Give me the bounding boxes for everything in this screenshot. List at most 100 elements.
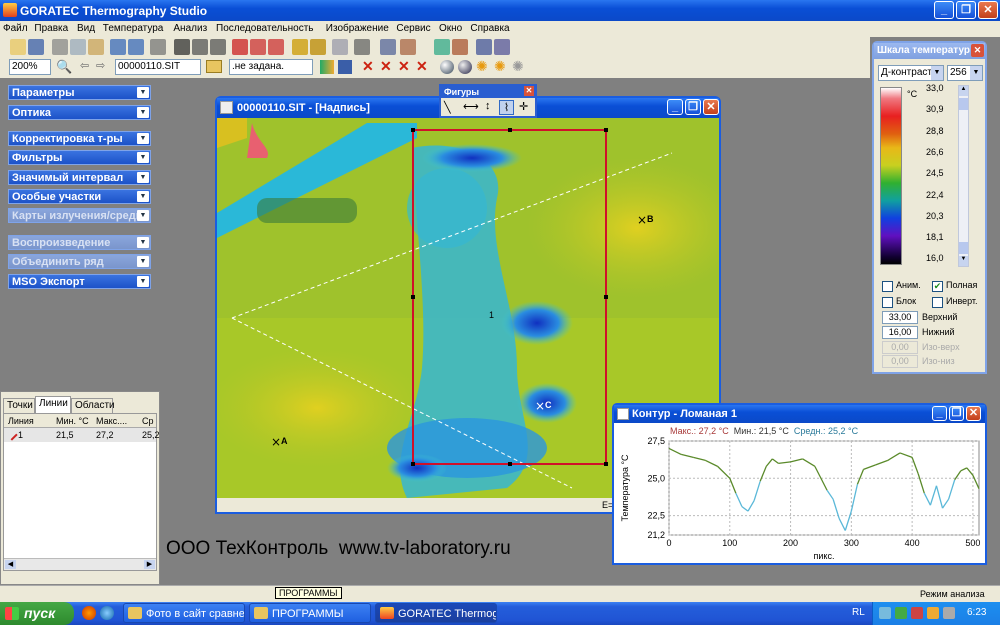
sphere-half-icon[interactable]: [458, 60, 472, 74]
menu-item-2[interactable]: Вид: [77, 21, 95, 37]
cut-icon[interactable]: [52, 39, 68, 55]
sun-dim-icon[interactable]: ✺: [494, 58, 506, 75]
report-icon[interactable]: [400, 39, 416, 55]
panel-chevron-icon[interactable]: ▼: [137, 191, 149, 202]
delete-line-icon[interactable]: ✕: [398, 58, 410, 75]
sun-off-icon[interactable]: ✺: [512, 58, 524, 75]
copy-icon[interactable]: [70, 39, 86, 55]
file-select[interactable]: 00000110.SIT: [115, 59, 201, 75]
save-icon[interactable]: [28, 39, 44, 55]
marker-a-label[interactable]: A: [281, 436, 288, 446]
scale-scrollbar[interactable]: ▲ ▼: [958, 85, 969, 267]
undo-icon[interactable]: [110, 39, 126, 55]
back-arrow-icon[interactable]: ⇦: [80, 59, 89, 72]
palette-icon[interactable]: [434, 39, 450, 55]
language-indicator[interactable]: RL: [852, 607, 865, 618]
tray-icon-2[interactable]: [895, 607, 907, 619]
ie-icon[interactable]: [100, 606, 114, 620]
contour-minimize-button[interactable]: _: [932, 406, 947, 421]
panel-chevron-icon[interactable]: ▼: [137, 133, 149, 144]
menu-item-8[interactable]: Окно: [439, 21, 462, 37]
panel-9[interactable]: MSO Экспорт ▼: [8, 274, 151, 289]
tray-icon-1[interactable]: [879, 607, 891, 619]
document-icon[interactable]: [332, 39, 348, 55]
menu-item-3[interactable]: Температура: [103, 21, 164, 37]
line-label[interactable]: 1: [489, 310, 494, 320]
panel-0[interactable]: Параметры ▼: [8, 85, 151, 100]
key-icon[interactable]: [494, 39, 510, 55]
panel-7[interactable]: Воспроизведение ▼: [8, 235, 151, 250]
hline-tool-icon[interactable]: ⟷: [463, 100, 479, 113]
contour-close-button[interactable]: ✕: [966, 406, 981, 421]
panel-8[interactable]: Объединить ряд ▼: [8, 254, 151, 269]
table-row[interactable]: 1 21,5 27,2 25,2: [4, 428, 160, 442]
panel-6[interactable]: Карты излучения/среды ▼: [8, 208, 151, 223]
menu-item-5[interactable]: Последовательность: [216, 21, 313, 37]
firefox-icon[interactable]: [82, 606, 96, 620]
image-maximize-button[interactable]: ❐: [685, 99, 701, 115]
panel-chevron-icon[interactable]: ▼: [137, 210, 149, 221]
marker-c-label[interactable]: C: [545, 400, 552, 410]
rect-select-icon[interactable]: [210, 39, 226, 55]
tray-icon-5[interactable]: [943, 607, 955, 619]
paste-icon[interactable]: [88, 39, 104, 55]
zoom-icon[interactable]: 🔍: [56, 59, 72, 75]
taskbar-item-goratec[interactable]: GORATEC Thermogra...: [375, 603, 497, 623]
line-tool-icon[interactable]: ╲: [444, 101, 451, 114]
col-header-line[interactable]: Линия: [8, 416, 34, 426]
taskbar-item-programs[interactable]: ПРОГРАММЫ: [249, 603, 371, 623]
open-icon[interactable]: [10, 39, 26, 55]
panel-chevron-icon[interactable]: ▼: [137, 152, 149, 163]
pencil-icon[interactable]: [310, 39, 326, 55]
panel-2[interactable]: Корректировка т-ры ▼: [8, 131, 151, 146]
contrast-mode-select[interactable]: Д-контраст ▼: [878, 65, 944, 81]
tray-icon-3[interactable]: [911, 607, 923, 619]
panel-5[interactable]: Особые участки ▼: [8, 189, 151, 204]
panel-3[interactable]: Фильтры ▼: [8, 150, 151, 165]
panel-chevron-icon[interactable]: ▼: [137, 107, 149, 118]
horizontal-scrollbar[interactable]: ◀ ▶: [4, 558, 156, 570]
print-icon[interactable]: [150, 39, 166, 55]
redo-icon[interactable]: [128, 39, 144, 55]
sun-icon[interactable]: ✺: [476, 58, 488, 75]
scroll-right-icon[interactable]: ▶: [144, 560, 155, 569]
taskbar-item-photos[interactable]: Фото в сайт сравне...: [123, 603, 245, 623]
image-minimize-button[interactable]: _: [667, 99, 683, 115]
minimize-button[interactable]: _: [934, 1, 954, 19]
zoom-icon[interactable]: [476, 39, 492, 55]
ruler-icon[interactable]: [292, 39, 308, 55]
menu-item-7[interactable]: Сервис: [396, 21, 430, 37]
start-button[interactable]: пуск: [0, 602, 74, 625]
panel-chevron-icon[interactable]: ▼: [137, 276, 149, 287]
marker-b-label[interactable]: B: [647, 214, 654, 224]
panel-chevron-icon[interactable]: ▼: [137, 256, 149, 267]
scale-scroll-thumb[interactable]: [959, 98, 968, 110]
menu-item-4[interactable]: Анализ: [173, 21, 207, 37]
tab-areas[interactable]: Области: [71, 398, 115, 413]
close-button[interactable]: ✕: [978, 1, 998, 19]
contour-title-bar[interactable]: Контур - Ломаная 1 _ ❐ ✕: [614, 405, 985, 423]
vline-tool-icon[interactable]: ↕: [485, 100, 491, 112]
select-icon[interactable]: [192, 39, 208, 55]
levels-select[interactable]: 256 ▼: [947, 65, 983, 81]
cancel-icon[interactable]: [232, 39, 248, 55]
scale-scroll-up-icon[interactable]: ▲: [959, 86, 968, 96]
col-header-avg[interactable]: Ср: [142, 416, 154, 426]
delete-point-icon[interactable]: ✕: [380, 58, 392, 75]
scale-scroll-down-icon[interactable]: ▼: [959, 256, 968, 266]
maximize-button[interactable]: ❐: [956, 1, 976, 19]
pointer-icon[interactable]: [174, 39, 190, 55]
panel-chevron-icon[interactable]: ▼: [137, 237, 149, 248]
scale-scroll-thumb-bottom[interactable]: [959, 242, 968, 254]
cross-tool-icon[interactable]: ✛: [519, 100, 528, 113]
contour-maximize-button[interactable]: ❐: [949, 406, 964, 421]
full-checkbox[interactable]: ✔: [932, 281, 943, 292]
scroll-left-icon[interactable]: ◀: [5, 560, 16, 569]
panel-chevron-icon[interactable]: ▼: [137, 87, 149, 98]
polyline-tool-icon[interactable]: ⌇: [499, 100, 514, 115]
open-folder-icon[interactable]: [206, 60, 222, 73]
lower-limit-input[interactable]: 16,00: [882, 326, 918, 339]
export-icon[interactable]: [380, 39, 396, 55]
tab-lines[interactable]: Линии: [35, 396, 71, 413]
delete-area-icon[interactable]: ✕: [416, 58, 428, 75]
